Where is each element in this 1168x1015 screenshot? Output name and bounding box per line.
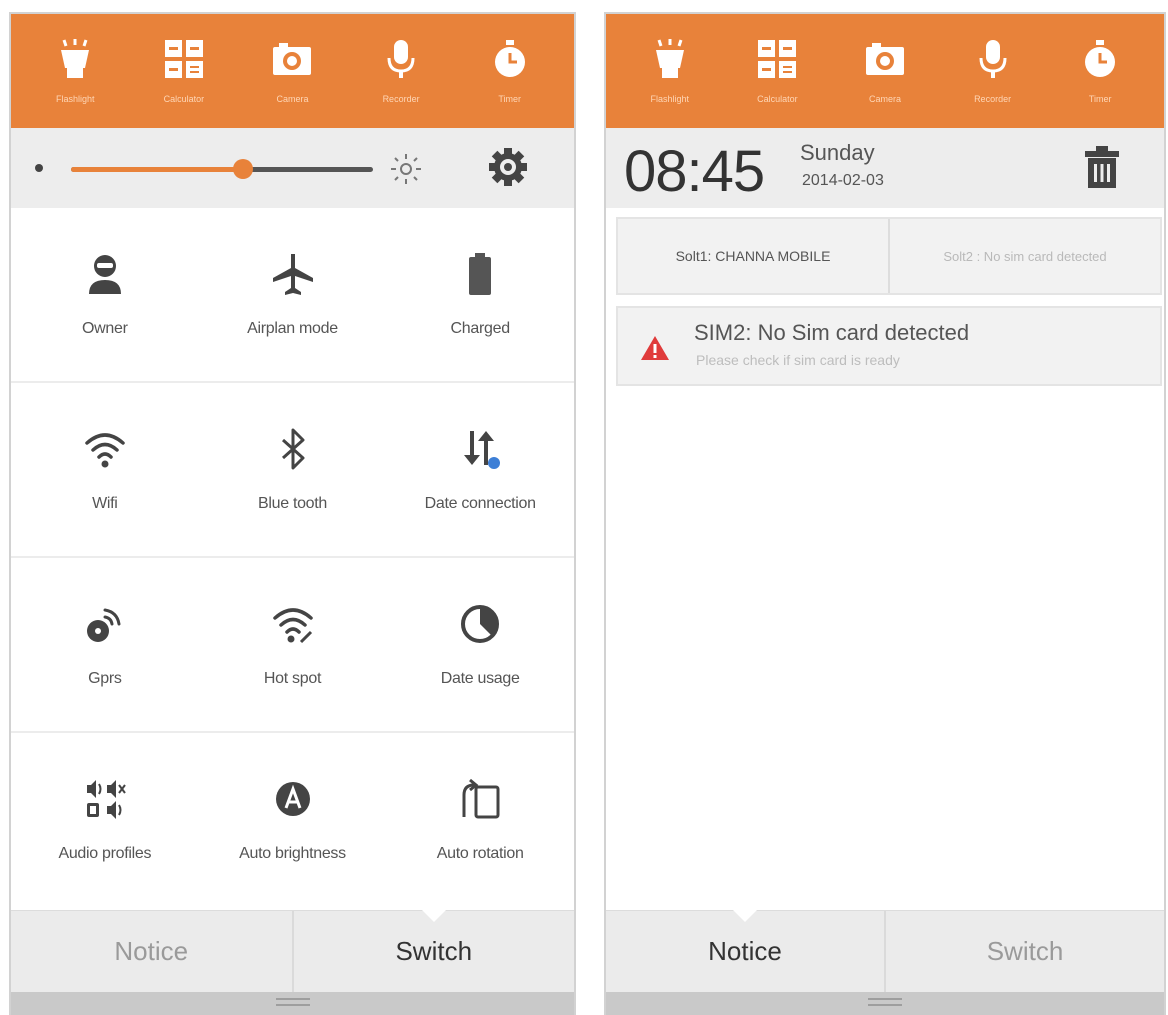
toggle-wifi[interactable]: Wifi [11, 383, 199, 556]
toggle-charged[interactable]: Charged [386, 208, 574, 381]
clock-weekday: Sunday [800, 140, 875, 165]
panel-tab-bar: Notice Switch [606, 910, 1164, 992]
clock-header: 08:45 Sunday 2014-02-03 [606, 128, 1164, 208]
timer-shortcut[interactable]: Timer [1055, 38, 1145, 104]
sim-notification-card[interactable]: SIM2: No Sim card detected Please check … [616, 306, 1162, 386]
battery-icon [469, 253, 492, 295]
flashlight-shortcut[interactable]: Flashlight [30, 38, 120, 104]
toggle-auto-rotation[interactable]: Auto rotation [386, 733, 574, 908]
drag-handle-icon [275, 998, 310, 1010]
brightness-slider[interactable] [71, 159, 373, 179]
warning-icon [641, 336, 669, 360]
data-connection-icon [464, 431, 501, 469]
app-shortcut-bar: Flashlight Calculator Camera Recorder Ti… [11, 14, 574, 128]
gprs-icon [86, 608, 121, 642]
airplane-icon [272, 254, 313, 295]
brightness-slider-fill [71, 167, 244, 172]
bluetooth-icon [281, 428, 304, 470]
tab-switch[interactable]: Switch [291, 910, 575, 992]
settings-gear-icon[interactable] [487, 146, 529, 188]
brightness-low-icon [35, 164, 43, 172]
camera-shortcut[interactable]: Camera [247, 38, 337, 104]
sim-slot-bar: Solt1: CHANNA MOBILE Solt2 : No sim card… [616, 217, 1162, 295]
calculator-shortcut[interactable]: Calculator [139, 38, 229, 104]
calculator-shortcut[interactable]: Calculator [732, 38, 822, 104]
recorder-shortcut[interactable]: Recorder [948, 38, 1038, 104]
calculator-icon [164, 40, 203, 78]
notification-subtitle: Please check if sim card is ready [696, 352, 900, 368]
timer-shortcut[interactable]: Timer [465, 38, 555, 104]
audio-profiles-icon [86, 780, 126, 819]
tab-switch[interactable]: Switch [884, 911, 1164, 992]
quick-toggle-grid: Owner Airplan mode Charged Wifi Blue too… [11, 208, 574, 908]
drag-handle-bar[interactable] [606, 992, 1164, 1015]
auto-rotation-icon [462, 778, 500, 819]
clock-date: 2014-02-03 [802, 172, 884, 189]
auto-brightness-icon [275, 782, 310, 816]
timer-icon [494, 40, 525, 77]
app-shortcut-bar: Flashlight Calculator Camera Recorder Ti… [606, 14, 1164, 128]
clock-time: 08:45 [624, 139, 765, 204]
flashlight-icon [655, 39, 684, 78]
toggle-airplane-mode[interactable]: Airplan mode [199, 208, 387, 381]
toggle-owner[interactable]: Owner [11, 208, 199, 381]
camera-icon [865, 43, 904, 75]
toggle-audio-profiles[interactable]: Audio profiles [11, 733, 199, 908]
owner-icon [88, 255, 121, 294]
flashlight-shortcut[interactable]: Flashlight [625, 38, 715, 104]
notification-title: SIM2: No Sim card detected [694, 320, 970, 345]
toggle-auto-brightness[interactable]: Auto brightness [199, 733, 387, 908]
camera-shortcut[interactable]: Camera [840, 38, 930, 104]
toggle-data-usage[interactable]: Date usage [386, 558, 574, 731]
brightness-high-icon [391, 154, 421, 184]
sim-slot-1[interactable]: Solt1: CHANNA MOBILE [618, 219, 888, 293]
sim-slot-2[interactable]: Solt2 : No sim card detected [888, 219, 1160, 293]
toggle-bluetooth[interactable]: Blue tooth [199, 383, 387, 556]
recorder-icon [979, 40, 1007, 78]
recorder-icon [387, 40, 415, 78]
switch-panel-screen: Flashlight Calculator Camera Recorder Ti… [9, 12, 576, 1015]
clear-notifications-trash-icon[interactable] [1080, 144, 1124, 190]
data-usage-icon [461, 605, 500, 643]
camera-icon [273, 43, 312, 75]
brightness-bar [11, 128, 574, 208]
flashlight-icon [61, 39, 90, 78]
drag-handle-bar[interactable] [11, 992, 574, 1015]
timer-icon [1085, 40, 1116, 77]
tab-notice[interactable]: Notice [11, 911, 292, 992]
tab-notice[interactable]: Notice [606, 910, 884, 992]
notice-panel-screen: Flashlight Calculator Camera Recorder Ti… [604, 12, 1166, 1015]
wifi-icon [85, 433, 125, 468]
panel-tab-bar: Notice Switch [11, 910, 574, 992]
toggle-hotspot[interactable]: Hot spot [199, 558, 387, 731]
calculator-icon [758, 40, 797, 78]
toggle-data-connection[interactable]: Date connection [386, 383, 574, 556]
hotspot-icon [272, 608, 313, 644]
brightness-slider-handle[interactable] [233, 159, 254, 179]
toggle-gprs[interactable]: Gprs [11, 558, 199, 731]
drag-handle-icon [868, 998, 902, 1010]
recorder-shortcut[interactable]: Recorder [356, 38, 446, 104]
